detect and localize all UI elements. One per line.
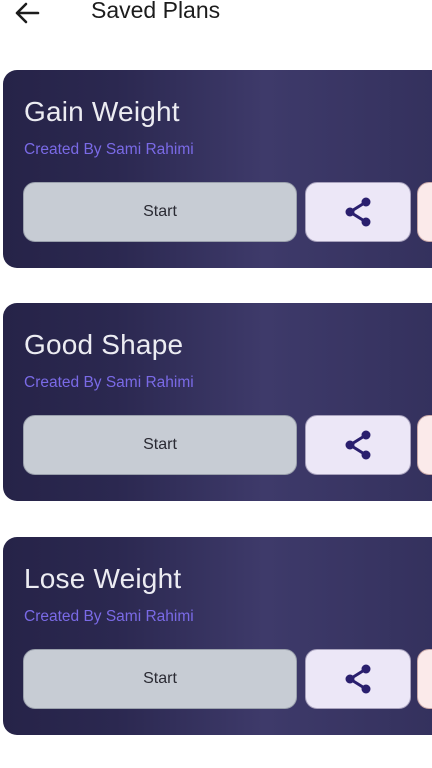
share-button[interactable] bbox=[305, 415, 411, 475]
plan-action-button[interactable] bbox=[417, 415, 432, 475]
start-button-label: Start bbox=[143, 670, 177, 687]
saved-plans-list: Gain Weight Created By Sami Rahimi Start… bbox=[0, 0, 432, 768]
start-button-label: Start bbox=[143, 436, 177, 453]
plan-creator: Created By Sami Rahimi bbox=[24, 141, 194, 158]
share-button[interactable] bbox=[305, 649, 411, 709]
plan-card: Lose Weight Created By Sami Rahimi Start bbox=[3, 537, 432, 735]
share-icon bbox=[345, 197, 371, 227]
plan-creator: Created By Sami Rahimi bbox=[24, 374, 194, 391]
share-icon bbox=[345, 664, 371, 694]
start-button[interactable]: Start bbox=[23, 415, 297, 475]
start-button-label: Start bbox=[143, 203, 177, 220]
start-button[interactable]: Start bbox=[23, 182, 297, 242]
plan-card: Gain Weight Created By Sami Rahimi Start bbox=[3, 70, 432, 268]
plan-title: Good Shape bbox=[24, 329, 184, 360]
plan-creator: Created By Sami Rahimi bbox=[24, 608, 194, 625]
share-button[interactable] bbox=[305, 182, 411, 242]
plan-action-button[interactable] bbox=[417, 649, 432, 709]
plan-title: Lose Weight bbox=[24, 563, 182, 594]
plan-card: Good Shape Created By Sami Rahimi Start bbox=[3, 303, 432, 501]
start-button[interactable]: Start bbox=[23, 649, 297, 709]
plan-action-button[interactable] bbox=[417, 182, 432, 242]
plan-title: Gain Weight bbox=[24, 96, 180, 127]
share-icon bbox=[345, 430, 371, 460]
